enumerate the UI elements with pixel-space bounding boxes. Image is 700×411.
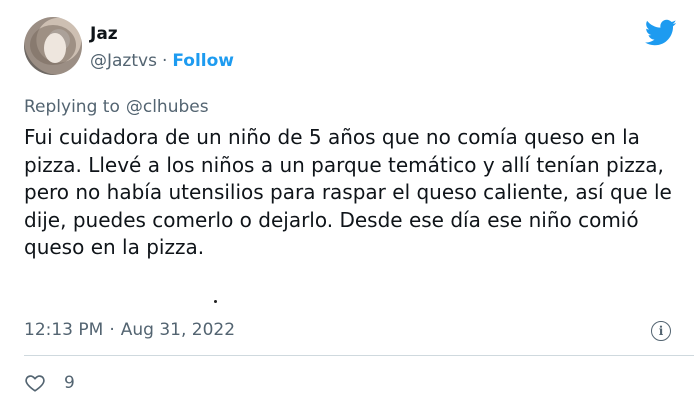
- stray-dot: [214, 300, 217, 303]
- replying-prefix: Replying to: [24, 97, 120, 117]
- timestamp[interactable]: 12:13 PM · Aug 31, 2022: [24, 320, 235, 340]
- display-name[interactable]: Jaz: [90, 24, 118, 44]
- tweet-time[interactable]: 12:13 PM: [24, 320, 103, 340]
- tweet-card: Jaz @Jaztvs · Follow Replying to @clhubes F…: [0, 0, 700, 411]
- avatar-face: [44, 33, 66, 63]
- follow-button[interactable]: Follow: [172, 51, 234, 71]
- divider: [24, 355, 694, 356]
- handle-row: @Jaztvs · Follow: [90, 51, 234, 71]
- like-count: 9: [64, 373, 75, 393]
- handle-separator: ·: [161, 51, 168, 71]
- tweet-date[interactable]: Aug 31, 2022: [121, 320, 235, 340]
- user-handle[interactable]: @Jaztvs: [90, 51, 157, 71]
- heart-icon[interactable]: [24, 372, 46, 394]
- timestamp-separator: ·: [109, 320, 115, 340]
- avatar[interactable]: [24, 17, 82, 75]
- reply-mention[interactable]: @clhubes: [126, 97, 209, 117]
- replying-to: Replying to @clhubes: [24, 97, 209, 117]
- twitter-bird-icon[interactable]: [645, 19, 677, 47]
- tweet-text: Fui cuidadora de un niño de 5 años que n…: [24, 125, 672, 259]
- info-icon[interactable]: i: [651, 321, 671, 341]
- like-button[interactable]: 9: [24, 372, 75, 394]
